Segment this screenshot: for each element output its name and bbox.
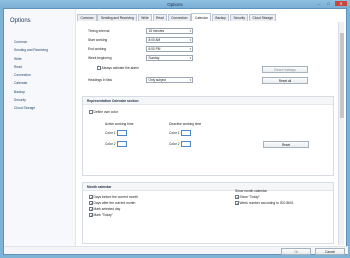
close-button[interactable]: ✕ xyxy=(335,1,347,6)
headings-in-lists-label: Headings in lists xyxy=(88,78,113,82)
active-working-time-label: Active working time xyxy=(105,122,134,126)
days-after-checkbox[interactable] xyxy=(89,201,93,206)
chevron-down-icon: ▾ xyxy=(189,47,191,51)
mark-selected-day-checkbox[interactable] xyxy=(89,207,93,212)
timing-interval-label: Timing interval xyxy=(88,29,110,33)
representation-section-title: Representation Calendar section xyxy=(83,97,333,105)
chevron-down-icon: ▾ xyxy=(189,29,191,33)
start-working-value: 8:00 AM xyxy=(148,38,161,42)
week-beginning-value: Sunday xyxy=(148,56,160,60)
reset-all-button[interactable]: Reset all xyxy=(262,77,308,84)
headings-in-lists-select[interactable]: Only subject ▾ xyxy=(146,77,193,83)
options-dialog: Options Common Sending and Receiving Wri… xyxy=(3,8,348,255)
days-before-checkbox[interactable] xyxy=(89,195,93,200)
mark-today-label: Mark "Today" xyxy=(93,213,113,217)
deactive-color1-picker[interactable] xyxy=(181,130,191,136)
vertical-scrollbar[interactable] xyxy=(338,22,344,245)
deactive-color2-label: Color 2 xyxy=(169,142,180,146)
days-after-label: Days after the current month xyxy=(93,201,136,205)
tab-read[interactable]: Read xyxy=(152,14,168,21)
end-working-label: End working xyxy=(88,47,107,51)
tab-common[interactable]: Common xyxy=(77,14,97,21)
representation-calendar-section: Representation Calendar section Define o… xyxy=(82,96,334,176)
deactive-color2-picker[interactable] xyxy=(181,141,191,147)
week-number-iso-label: Week number according to ISO 8601 xyxy=(239,201,294,205)
chevron-down-icon: ▾ xyxy=(189,56,191,60)
chevron-down-icon: ▾ xyxy=(189,38,191,42)
sidebar-item-calendar[interactable]: Calendar xyxy=(14,79,48,87)
chevron-down-icon: ▾ xyxy=(189,78,191,82)
sidebar: Options Common Sending and Receiving Wri… xyxy=(4,9,76,254)
always-activate-alarm-label: Always activate the alarm xyxy=(101,66,139,70)
tab-write[interactable]: Write xyxy=(137,14,153,21)
start-working-label: Start working xyxy=(88,38,108,42)
title-bar: Options – □ ✕ xyxy=(0,0,350,8)
end-working-select[interactable]: 6:00 PM ▾ xyxy=(146,46,193,52)
sidebar-list: Common Sending and Receiving Write Read … xyxy=(14,38,48,113)
month-calendar-section-title: Month calendar xyxy=(83,183,333,191)
deactive-color1-label: Color 1 xyxy=(169,131,180,135)
always-activate-alarm-option[interactable]: Always activate the alarm xyxy=(97,65,139,71)
tab-calendar[interactable]: Calendar xyxy=(191,13,212,21)
month-calendar-section: Month calendar Days before the current m… xyxy=(82,182,334,244)
ok-button[interactable]: Ok xyxy=(281,248,311,255)
active-color1-picker[interactable] xyxy=(117,130,127,136)
active-color2-label: Color 2 xyxy=(105,142,116,146)
tab-sending-receiving[interactable]: Sending and Receiving xyxy=(97,14,138,21)
days-before-label: Days before the current month xyxy=(93,195,139,199)
sidebar-item-read[interactable]: Read xyxy=(14,63,48,71)
tab-cloud-storage[interactable]: Cloud Storage xyxy=(248,14,277,21)
sidebar-item-backup[interactable]: Backup xyxy=(14,88,48,96)
deactive-working-time-label: Deactive working time xyxy=(169,122,202,126)
window-title: Options xyxy=(167,1,183,7)
mark-today-checkbox[interactable] xyxy=(89,213,93,218)
define-own-color-label: Define own color xyxy=(93,110,119,114)
end-working-value: 6:00 PM xyxy=(148,47,161,51)
headings-in-lists-value: Only subject xyxy=(148,78,167,82)
show-today-label: Show "Today" xyxy=(239,195,260,199)
tab-backup[interactable]: Backup xyxy=(211,14,230,21)
tab-security[interactable]: Security xyxy=(229,14,249,21)
start-working-select[interactable]: 8:00 AM ▾ xyxy=(146,37,193,43)
maximize-button[interactable]: □ xyxy=(324,1,333,6)
sidebar-item-cloud-storage[interactable]: Cloud Storage xyxy=(14,104,48,112)
dialog-footer: Ok Cancel xyxy=(4,246,348,255)
show-today-checkbox[interactable] xyxy=(235,195,239,200)
minimize-button[interactable]: – xyxy=(314,1,323,6)
define-own-color-option[interactable]: Define own color xyxy=(89,109,118,115)
mark-today-option[interactable]: Mark "Today" xyxy=(89,212,113,218)
week-beginning-label: Week beginning xyxy=(88,56,112,60)
calendar-settings-panel: Timing interval 15 minutes ▾ Start worki… xyxy=(80,22,336,245)
sidebar-item-connection[interactable]: Connection xyxy=(14,71,48,79)
active-color1-label: Color 1 xyxy=(105,131,116,135)
sidebar-title: Options xyxy=(10,18,31,24)
week-beginning-select[interactable]: Sunday ▾ xyxy=(146,55,193,61)
timing-interval-value: 15 minutes xyxy=(148,29,165,33)
sidebar-item-write[interactable]: Write xyxy=(14,55,48,63)
week-number-iso-checkbox[interactable] xyxy=(235,201,239,206)
tab-bar: Common Sending and Receiving Write Read … xyxy=(77,13,277,22)
timing-interval-select[interactable]: 15 minutes ▾ xyxy=(146,28,193,34)
mark-selected-day-label: Mark selected day xyxy=(93,207,121,211)
scrollbar-thumb[interactable] xyxy=(340,33,344,118)
active-color2-picker[interactable] xyxy=(117,141,127,147)
define-own-color-checkbox[interactable] xyxy=(89,110,93,114)
reset-colors-button[interactable]: Reset xyxy=(263,141,309,148)
always-activate-alarm-checkbox[interactable] xyxy=(97,66,101,70)
sidebar-item-sending-receiving[interactable]: Sending and Receiving xyxy=(14,46,48,54)
tab-connection[interactable]: Connection xyxy=(167,14,191,21)
week-number-iso-option[interactable]: Week number according to ISO 8601 xyxy=(235,200,294,206)
sidebar-item-common[interactable]: Common xyxy=(14,38,48,46)
reset-holidays-button[interactable]: Reset Holidays xyxy=(262,66,308,73)
sidebar-item-security[interactable]: Security xyxy=(14,96,48,104)
cancel-button[interactable]: Cancel xyxy=(315,248,345,255)
